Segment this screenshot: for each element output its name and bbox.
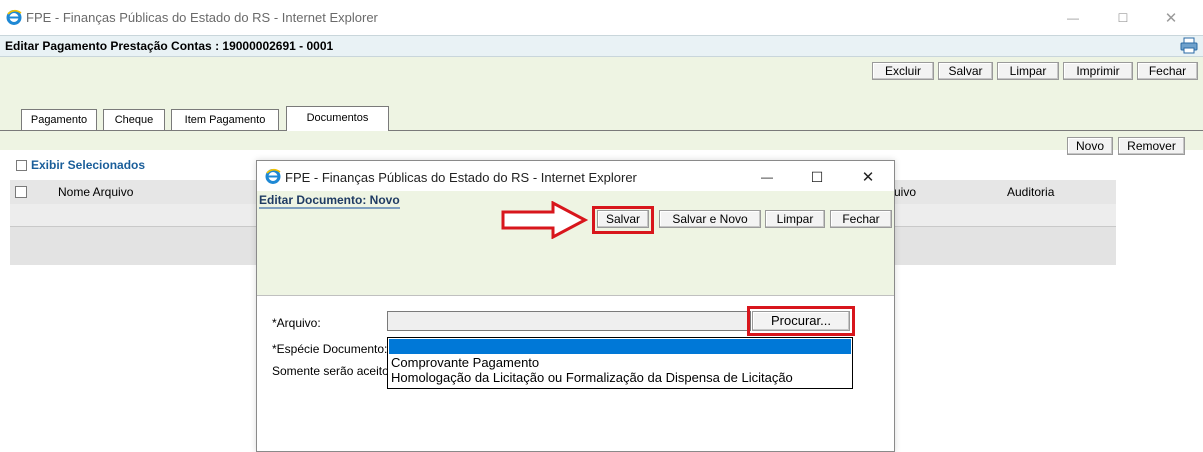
dropdown-option-homologacao[interactable]: Homologação da Licitação ou Formalização… <box>391 370 793 385</box>
column-auditoria[interactable]: Auditoria <box>1007 185 1054 199</box>
dialog-window-title: FPE - Finanças Públicas do Estado do RS … <box>285 170 637 185</box>
tab-documentos[interactable]: Documentos <box>286 106 389 130</box>
limpar-button[interactable]: Limpar <box>997 62 1059 80</box>
dropdown-option-blank[interactable] <box>389 339 851 354</box>
tabs-underline <box>0 130 1203 131</box>
column-nome-arquivo[interactable]: Nome Arquivo <box>58 185 133 199</box>
imprimir-button[interactable]: Imprimir <box>1063 62 1133 80</box>
internet-explorer-icon <box>6 9 22 25</box>
dropdown-option-comprovante[interactable]: Comprovante Pagamento <box>391 355 539 370</box>
excluir-button[interactable]: Excluir <box>872 62 934 80</box>
printer-icon[interactable] <box>1180 37 1198 54</box>
maximize-icon[interactable]: ☐ <box>1100 6 1146 30</box>
salvar-e-novo-button[interactable]: Salvar e Novo <box>659 210 761 228</box>
dialog-minimize-icon[interactable]: — <box>744 165 790 189</box>
tab-item-pagamento[interactable]: Item Pagamento <box>171 109 279 131</box>
page-title: Editar Pagamento Prestação Contas : 1900… <box>5 39 334 53</box>
arquivo-label: *Arquivo: <box>272 316 321 330</box>
exibir-selecionados-checkbox[interactable] <box>16 160 27 171</box>
window-title: FPE - Finanças Públicas do Estado do RS … <box>26 10 378 25</box>
procurar-button[interactable]: Procurar... <box>752 311 850 331</box>
tab-pagamento[interactable]: Pagamento <box>21 109 97 131</box>
red-arrow-annotation <box>501 201 589 239</box>
dialog-salvar-button[interactable]: Salvar <box>597 210 649 228</box>
dialog-maximize-icon[interactable]: ☐ <box>794 165 840 189</box>
browser-titlebar: FPE - Finanças Públicas do Estado do RS … <box>0 0 1203 35</box>
dialog-fechar-button[interactable]: Fechar <box>830 210 892 228</box>
active-tab-gap <box>287 129 388 131</box>
fechar-button[interactable]: Fechar <box>1137 62 1198 80</box>
internet-explorer-icon <box>265 168 281 184</box>
minimize-icon[interactable]: — <box>1050 6 1096 30</box>
editar-documento-dialog: FPE - Finanças Públicas do Estado do RS … <box>256 160 895 452</box>
salvar-button[interactable]: Salvar <box>938 62 993 80</box>
arquivo-file-input[interactable] <box>387 311 751 331</box>
close-icon[interactable]: ✕ <box>1148 6 1194 30</box>
novo-button[interactable]: Novo <box>1067 137 1113 155</box>
dialog-close-icon[interactable]: ✕ <box>845 165 891 189</box>
exibir-selecionados-link[interactable]: Exibir Selecionados <box>31 158 145 172</box>
column-arquivo[interactable]: uivo <box>894 185 916 199</box>
especie-documento-label: *Espécie Documento: <box>272 342 388 356</box>
formatos-note: Somente serão aceitos <box>272 364 395 378</box>
remover-button[interactable]: Remover <box>1118 137 1185 155</box>
especie-documento-dropdown[interactable]: Comprovante Pagamento Homologação da Lic… <box>387 337 853 389</box>
dialog-heading: Editar Documento: Novo <box>259 193 400 209</box>
tab-cheque[interactable]: Cheque <box>103 109 165 131</box>
dialog-limpar-button[interactable]: Limpar <box>765 210 825 228</box>
page-header: Editar Pagamento Prestação Contas : 1900… <box>0 35 1203 57</box>
select-all-checkbox[interactable] <box>15 186 27 198</box>
